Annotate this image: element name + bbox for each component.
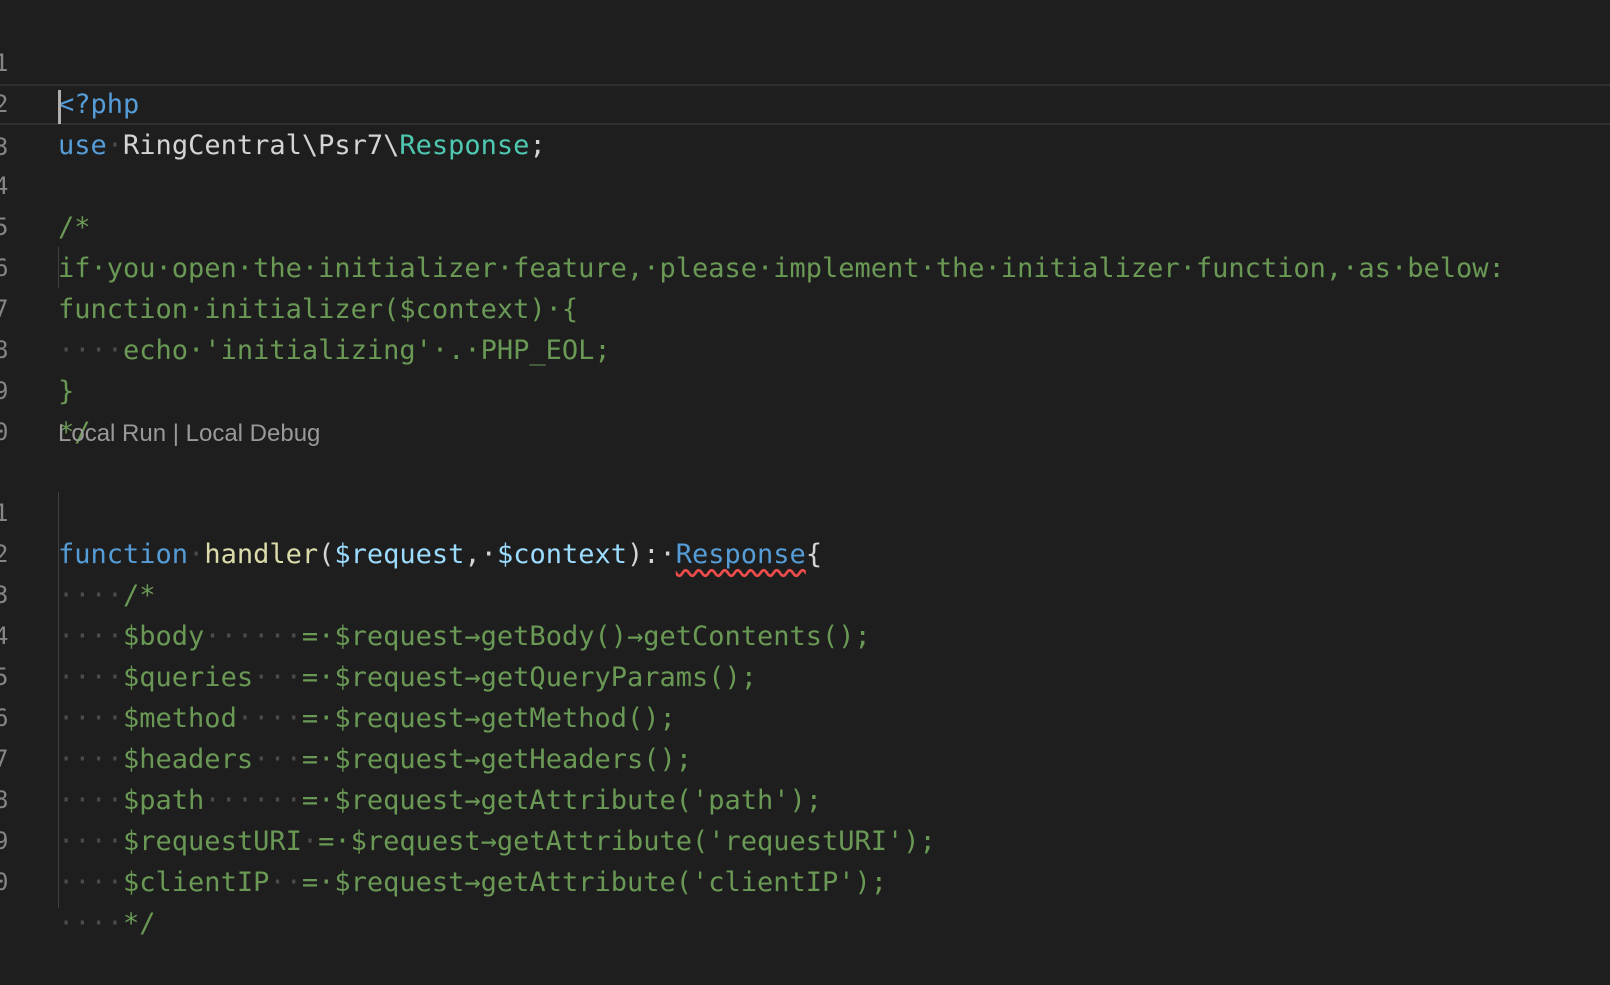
code-line[interactable]: 9 */: [0, 330, 1610, 448]
comment: */: [123, 908, 156, 939]
code-line[interactable]: 5 if·you·open·the·initializer·feature,·p…: [0, 166, 1610, 284]
code-line[interactable]: 9 ····$clientIP··=·$request→getAttribute…: [0, 780, 1610, 898]
comment: =·$request→getAttribute('clientIP');: [301, 867, 888, 898]
code-line[interactable]: 2 use·RingCentral\Psr7\Response;: [0, 43, 1610, 161]
code-line[interactable]: 8 ····$requestURI·=·$request→getAttribut…: [0, 739, 1610, 857]
text-cursor: [58, 90, 61, 124]
line-number: 0: [0, 868, 9, 896]
code-line[interactable]: 0: [0, 371, 1610, 446]
code-line[interactable]: 1 <?php: [0, 2, 1610, 120]
whitespace-marker: ··: [269, 867, 302, 898]
code-line[interactable]: 7 ····echo·'initializing'·.·PHP_EOL;: [0, 248, 1610, 366]
code-line[interactable]: 8 }: [0, 289, 1610, 407]
code-line[interactable]: 4 ····$queries···=·$request→getQueryPara…: [0, 575, 1610, 693]
code-line[interactable]: 6 ····$headers···=·$request→getHeaders()…: [0, 657, 1610, 775]
code-line[interactable]: 2 ····/*: [0, 493, 1610, 611]
code-line[interactable]: 1 function·handler($request,·$context):·…: [0, 452, 1610, 570]
code-line[interactable]: 7 ····$path······=·$request→getAttribute…: [0, 698, 1610, 816]
whitespace-marker: ····: [58, 867, 124, 898]
codelens-run-debug[interactable]: Local Run | Local Debug: [58, 413, 320, 454]
code-line[interactable]: 4 /*: [0, 125, 1610, 243]
line-number: 0: [0, 418, 9, 446]
code-line[interactable]: 3 ····$body······=·$request→getBody()→ge…: [0, 534, 1610, 652]
code-line[interactable]: 5 ····$method····=·$request→getMethod();: [0, 616, 1610, 734]
code-line[interactable]: 0 ····*/: [0, 821, 1610, 939]
whitespace-marker: ····: [58, 908, 124, 939]
code-editor[interactable]: 1 <?php 2 use·RingCentral\Psr7\Response;…: [0, 0, 1610, 939]
current-line[interactable]: 3: [0, 84, 1610, 161]
comment: $clientIP: [123, 867, 270, 898]
code-line[interactable]: 6 function·initializer($context)·{: [0, 207, 1610, 325]
